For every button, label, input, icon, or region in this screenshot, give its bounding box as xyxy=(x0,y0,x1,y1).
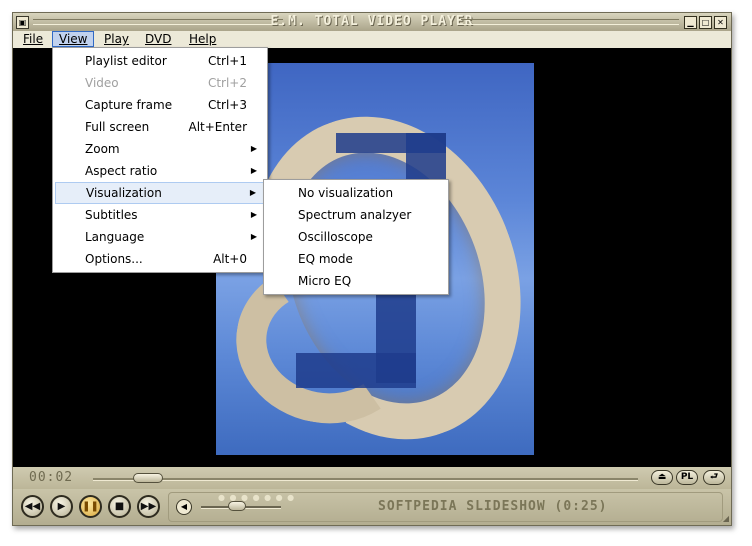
menu-item-capture-frame[interactable]: Capture frame Ctrl+3 xyxy=(55,94,265,116)
submenu-arrow-icon: ▶ xyxy=(250,166,257,175)
menu-item-video: Video Ctrl+2 xyxy=(85,76,247,90)
visualization-submenu: No visualization Spectrum analzyer Oscil… xyxy=(263,179,449,295)
menu-help[interactable]: Help xyxy=(183,31,222,47)
minimize-icon[interactable]: ▁ xyxy=(684,16,697,29)
menu-view[interactable]: View xyxy=(52,31,95,47)
menu-file[interactable]: File xyxy=(17,31,49,47)
resize-grip-icon[interactable]: ◢ xyxy=(723,514,729,523)
pause-icon[interactable]: ❚❚ xyxy=(79,495,102,518)
speaker-icon[interactable]: ◀ xyxy=(176,499,192,515)
close-icon[interactable]: ✕ xyxy=(714,16,727,29)
window-controls: ▁ □ ✕ xyxy=(684,16,727,29)
submenu-arrow-icon: ▶ xyxy=(250,210,257,219)
title-groove-right xyxy=(461,19,679,25)
menu-item-aspect-ratio[interactable]: Aspect ratio ▶ xyxy=(55,160,265,182)
submenu-item-eq-mode[interactable]: EQ mode xyxy=(266,248,446,270)
previous-icon[interactable]: ◀◀ xyxy=(21,495,44,518)
submenu-item-oscilloscope[interactable]: Oscilloscope xyxy=(266,226,446,248)
play-icon[interactable]: ▶ xyxy=(50,495,73,518)
eject-icon[interactable]: ⏏ xyxy=(651,470,673,485)
title-bar[interactable]: ▣ E.M. TOTAL VIDEO PLAYER ▁ □ ✕ xyxy=(13,13,731,32)
volume-slider-thumb[interactable] xyxy=(228,501,246,511)
seek-slider-thumb[interactable] xyxy=(133,473,163,483)
pixel-block xyxy=(296,353,416,388)
menu-dvd[interactable]: DVD xyxy=(139,31,177,47)
menu-item-subtitles[interactable]: Subtitles ▶ xyxy=(55,204,265,226)
submenu-item-no-visualization[interactable]: No visualization xyxy=(266,182,446,204)
playlist-button[interactable]: PL xyxy=(676,470,698,485)
menu-item-full-screen[interactable]: Full screen Alt+Enter xyxy=(55,116,265,138)
maximize-icon[interactable]: □ xyxy=(699,16,712,29)
submenu-arrow-icon: ▶ xyxy=(249,188,256,197)
menu-item-options[interactable]: Options... Alt+0 xyxy=(55,248,265,270)
seek-track[interactable] xyxy=(93,478,638,481)
submenu-arrow-icon: ▶ xyxy=(250,144,257,153)
now-playing-display: SOFTPEDIA SLIDESHOW (0:25) xyxy=(378,499,608,514)
menu-item-playlist-editor[interactable]: Playlist editor Ctrl+1 xyxy=(55,50,265,72)
transport-controls: ◀◀ ▶ ❚❚ ■ ▶▶ ◀ ● ● ● ● ● ● ● SOFTPEDIA S… xyxy=(13,489,731,525)
menu-item-language[interactable]: Language ▶ xyxy=(55,226,265,248)
menu-play[interactable]: Play xyxy=(98,31,135,47)
view-menu-dropdown: Playlist editor Ctrl+1 Video Ctrl+2 Capt… xyxy=(52,47,268,273)
submenu-item-spectrum-analyzer[interactable]: Spectrum analzyer xyxy=(266,204,446,226)
submenu-item-micro-eq[interactable]: Micro EQ xyxy=(266,270,446,292)
next-icon[interactable]: ▶▶ xyxy=(137,495,160,518)
repeat-icon[interactable]: ⮐ xyxy=(703,470,725,485)
menu-item-zoom[interactable]: Zoom ▶ xyxy=(55,138,265,160)
menu-item-visualization[interactable]: Visualization ▶ xyxy=(55,182,265,204)
stop-icon[interactable]: ■ xyxy=(108,495,131,518)
seek-bar-row: 00:02 ⏏ PL ⮐ xyxy=(13,467,731,490)
elapsed-time: 00:02 xyxy=(29,470,74,485)
submenu-arrow-icon: ▶ xyxy=(250,232,257,241)
